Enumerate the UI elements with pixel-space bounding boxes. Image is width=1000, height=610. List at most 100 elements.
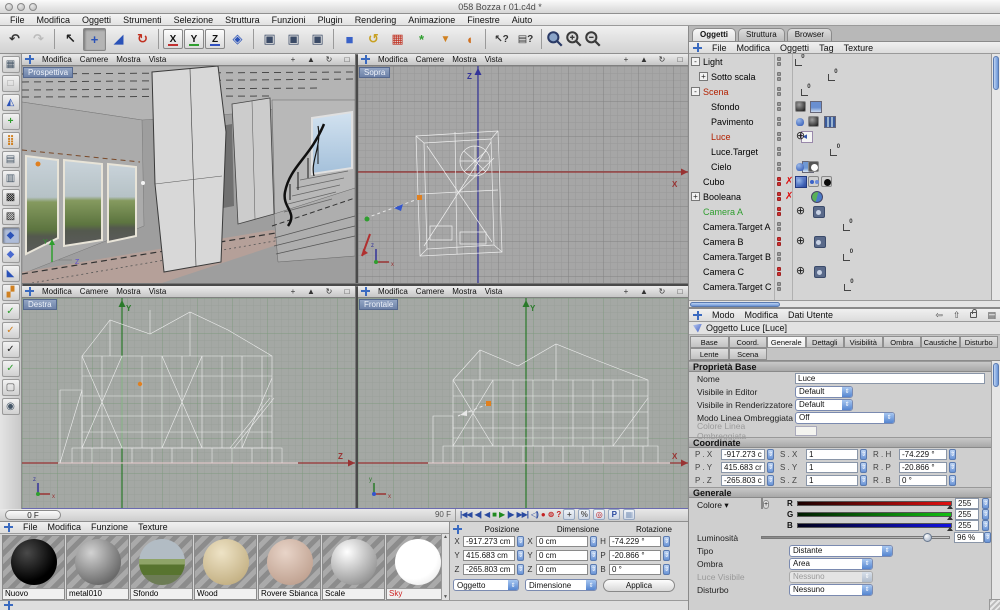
om-menu-modifica[interactable]: Modifica [737,43,771,53]
py-field[interactable]: 415.683 cr [721,462,765,473]
render-view-icon[interactable]: ▣ [258,28,281,51]
menu-oggetti[interactable]: Oggetti [82,15,111,25]
pos-x-field[interactable]: -917.273 cm [463,536,515,547]
maximize-view-icon[interactable]: □ [675,287,685,296]
rp-field[interactable]: -20.866 ° [899,462,947,473]
om-menu-oggetti[interactable]: Oggetti [780,43,809,53]
frontale-canvas[interactable]: Y X [358,298,688,508]
viewport-label-destra[interactable]: Destra [23,299,57,310]
vp-menu-mostra[interactable]: Mostra [116,287,140,296]
lock-z-axis-button[interactable]: Z [205,29,225,49]
viewport-label-sopra[interactable]: Sopra [359,67,390,78]
object-tool-icon[interactable]: ◆ [2,227,20,244]
expand-toggle-icon[interactable]: + [691,192,700,201]
channel-g-value[interactable]: 255 [955,509,979,520]
stepper-icon[interactable]: ⇕ [767,462,774,473]
phong-tag-icon[interactable] [808,176,819,187]
scale-tool-icon[interactable]: ◢ [107,28,130,51]
rotate-view-icon[interactable]: ↻ [657,287,667,296]
tree-item-sfondo[interactable]: Sfondo [689,99,1000,114]
visibility-dots[interactable] [777,102,781,111]
sy-field[interactable]: 1 [806,462,858,473]
go-end-button[interactable]: ▶▶| [516,510,528,519]
om-menu-tag[interactable]: Tag [819,43,834,53]
material-tag-icon[interactable] [795,176,806,187]
menu-selezione[interactable]: Selezione [174,15,214,25]
px-field[interactable]: -917.273 c [721,449,765,460]
vp-menu-vista[interactable]: Vista [485,287,503,296]
material-item[interactable]: metal010 [66,535,129,600]
tree-item-scena[interactable]: - Scena [689,84,1000,99]
visibility-dots[interactable] [777,252,781,261]
make-editable-icon[interactable]: ▦ [2,56,20,73]
viewport-label-frontale[interactable]: Frontale [359,299,398,310]
dolly-view-icon[interactable]: ▲ [306,287,316,296]
viewport-handle-icon[interactable] [361,287,370,296]
tree-item-pavimento[interactable]: Pavimento [689,114,1000,129]
target-tag-icon[interactable] [795,131,806,142]
stepper-icon[interactable]: ⇕ [982,520,989,531]
snap-percent-toggle[interactable]: % [578,509,590,520]
add-light-icon[interactable]: ▼ [434,28,457,51]
add-particles-icon[interactable]: * [410,28,433,51]
stepper-icon[interactable]: ⇕ [767,475,774,486]
maximize-view-icon[interactable]: □ [342,287,352,296]
vp-menu-mostra[interactable]: Mostra [116,55,140,64]
tab-visibilita[interactable]: Visibilità [844,336,883,348]
vp-menu-modifica[interactable]: Modifica [42,287,72,296]
help-pointer-icon[interactable]: ↖? [490,28,513,51]
object-axis-mode-icon[interactable]: ◭ [2,94,20,111]
render-active-icon[interactable]: ▣ [282,28,305,51]
polygons-mode-icon[interactable]: ▥ [2,170,20,187]
menu-strumenti[interactable]: Strumenti [123,15,162,25]
window-resize-grip[interactable] [989,599,1000,610]
vp-menu-mostra[interactable]: Mostra [452,287,476,296]
check-orange-icon[interactable]: ✓ [2,322,20,339]
viewport-handle-icon[interactable] [25,287,34,296]
visibility-dots[interactable] [777,207,781,216]
prospettiva-canvas[interactable]: Y Z [22,66,355,283]
viewport-label-prospettiva[interactable]: Prospettiva [23,67,73,78]
history-up-icon[interactable]: ⇧ [953,310,961,321]
material-tag-icon[interactable] [795,116,806,127]
material-item[interactable]: Sfondo [130,535,193,600]
stepper-icon[interactable]: ⇕ [860,449,867,460]
menu-funzioni[interactable]: Funzioni [272,15,306,25]
sopra-canvas[interactable]: Z X [358,66,688,283]
tab-browser[interactable]: Browser [787,28,832,41]
tab-ombra[interactable]: Ombra [883,336,922,348]
record-button[interactable]: ● [541,510,545,519]
dots-tool-icon[interactable]: ▞ [2,284,20,301]
menu-modifica[interactable]: Modifica [37,15,71,25]
disabled-x-icon[interactable]: ✗ [785,177,793,187]
tree-item-camera-target-c[interactable]: Camera.Target C [689,279,1000,294]
visibility-dots[interactable] [777,117,781,126]
kinematics-tool-icon[interactable]: ◣ [2,265,20,282]
tab-oggetti[interactable]: Oggetti [692,28,736,41]
expand-toggle-icon[interactable]: - [691,87,700,96]
menu-plugin[interactable]: Plugin [318,15,343,25]
vp-menu-mostra[interactable]: Mostra [452,55,476,64]
dolly-view-icon[interactable]: ▲ [639,55,649,64]
compositing-tag-icon[interactable] [808,161,819,172]
go-start-button[interactable]: |◀◀ [460,510,472,519]
tipo-dropdown[interactable]: Distante⇕ [789,545,893,557]
undo-icon[interactable]: ↶ [3,28,26,51]
check-blue-icon[interactable]: ✓ [2,303,20,320]
coordinates-handle-icon[interactable] [453,525,462,534]
stepper-icon[interactable]: ⇕ [590,550,597,561]
viewport-handle-icon[interactable] [25,55,34,64]
tree-item-camera-c[interactable]: Camera C [689,264,1000,279]
rotate-tool-icon[interactable]: ↻ [131,28,154,51]
pz-field[interactable]: -265.803 c [721,475,765,486]
am-menu-modo[interactable]: Modo [712,310,735,320]
channel-r-value[interactable]: 255 [955,498,979,509]
dim-z-field[interactable]: 0 cm [536,564,588,575]
play-button[interactable]: ▶ [499,510,504,519]
rb-field[interactable]: 0 ° [899,475,947,486]
current-frame-handle[interactable]: 0 F [5,510,61,520]
ombra-dropdown[interactable]: Area⇕ [789,558,873,570]
dim-y-field[interactable]: 0 cm [536,550,588,561]
step-forward-button[interactable]: |▶ [507,510,513,519]
channel-r-slider[interactable] [797,501,952,506]
